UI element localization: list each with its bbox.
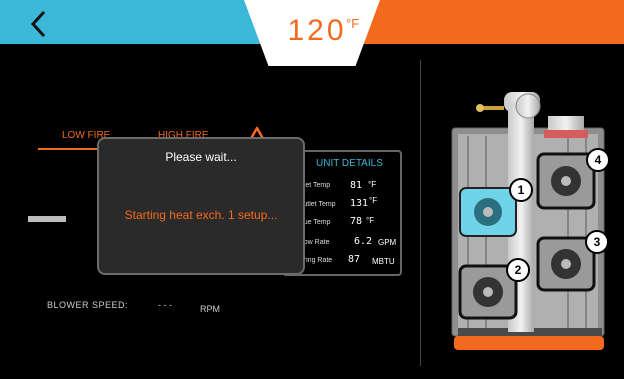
temperature-unit: °F [346,16,360,31]
dialog-message: Starting heat exch. 1 setup... [124,208,278,222]
blower-speed-unit: RPM [200,304,220,314]
outlet-temp-unit: °F [369,196,378,205]
heat-exchanger-4-badge[interactable]: 4 [586,148,610,172]
inlet-temp-unit: °F [368,180,377,189]
heater-illustration [451,92,605,350]
firing-rate-value: 87 [348,254,361,265]
back-arrow-icon[interactable] [24,8,56,40]
heat-exchanger-1-badge[interactable]: 1 [509,178,533,202]
unit-details-title: UNIT DETAILS [316,158,383,169]
inlet-temp-value: 81 [350,180,363,191]
firing-rate-unit: MBTU [372,257,395,266]
fire-rate-slider[interactable] [28,216,66,222]
outlet-temp-value: 131 [350,198,369,209]
flue-temp-value: 78 [350,216,363,227]
blower-speed-value: - - - [158,300,172,310]
panel-divider [420,60,421,366]
flow-rate-unit: GPM [378,238,397,247]
temperature-setpoint[interactable]: 120 [282,14,352,54]
flue-temp-unit: °F [366,216,375,225]
heat-exchanger-3-badge[interactable]: 3 [585,230,609,254]
heat-exchanger-2-badge[interactable]: 2 [506,258,530,282]
dialog-title: Please wait... [165,150,237,164]
blower-speed-label: BLOWER SPEED: [47,300,129,310]
flow-rate-value: 6.2 [354,236,373,247]
